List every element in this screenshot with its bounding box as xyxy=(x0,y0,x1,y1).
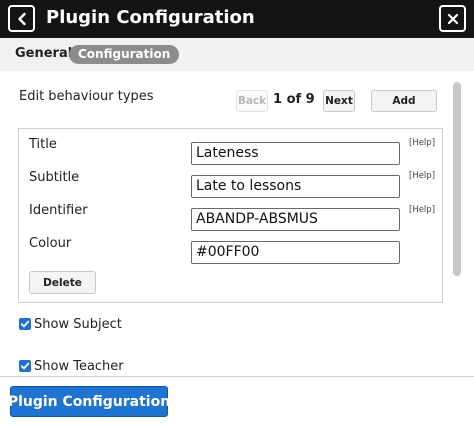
next-page-button[interactable]: Next xyxy=(323,90,355,112)
title-field[interactable]: Lateness xyxy=(191,142,400,165)
tab-bar: General Configuration xyxy=(0,38,474,71)
delete-button[interactable]: Delete xyxy=(29,271,96,294)
show-subject-option[interactable]: Show Subject xyxy=(19,316,122,332)
show-teacher-option[interactable]: Show Teacher xyxy=(19,358,124,374)
check-icon xyxy=(20,320,30,328)
behaviour-type-form: Title Lateness [Help] Subtitle Late to l… xyxy=(18,128,443,303)
window-title: Plugin Configuration xyxy=(46,7,255,28)
plugin-configuration-button[interactable]: Plugin Configuration xyxy=(8,386,170,417)
back-button[interactable] xyxy=(8,5,35,32)
identifier-help-link[interactable]: [Help] xyxy=(409,205,435,215)
show-teacher-checkbox[interactable] xyxy=(19,360,31,372)
tab-configuration[interactable]: Configuration xyxy=(69,45,180,64)
add-button[interactable]: Add xyxy=(371,90,437,112)
title-bar: Plugin Configuration xyxy=(0,0,474,38)
close-icon xyxy=(447,13,458,24)
show-subject-label: Show Subject xyxy=(34,316,122,332)
colour-label: Colour xyxy=(29,236,72,251)
title-label: Title xyxy=(29,137,57,152)
show-subject-checkbox[interactable] xyxy=(19,318,31,330)
colour-field[interactable]: #00FF00 xyxy=(191,241,400,264)
section-title: Edit behaviour types xyxy=(19,89,154,104)
show-teacher-label: Show Teacher xyxy=(34,358,124,374)
scrollbar-thumb[interactable] xyxy=(453,82,461,276)
subtitle-field[interactable]: Late to lessons xyxy=(191,175,400,198)
subtitle-help-link[interactable]: [Help] xyxy=(409,171,435,181)
identifier-field[interactable]: ABANDP-ABSMUS xyxy=(191,208,400,231)
back-page-button[interactable]: Back xyxy=(236,90,268,112)
footer-divider xyxy=(0,376,474,377)
tab-general[interactable]: General xyxy=(15,46,72,61)
subtitle-label: Subtitle xyxy=(29,170,80,185)
title-help-link[interactable]: [Help] xyxy=(409,138,435,148)
chevron-left-icon xyxy=(17,12,26,25)
identifier-label: Identifier xyxy=(29,203,88,218)
page-count: 1 of 9 xyxy=(273,92,315,107)
check-icon xyxy=(20,362,30,370)
close-button[interactable] xyxy=(439,5,466,32)
